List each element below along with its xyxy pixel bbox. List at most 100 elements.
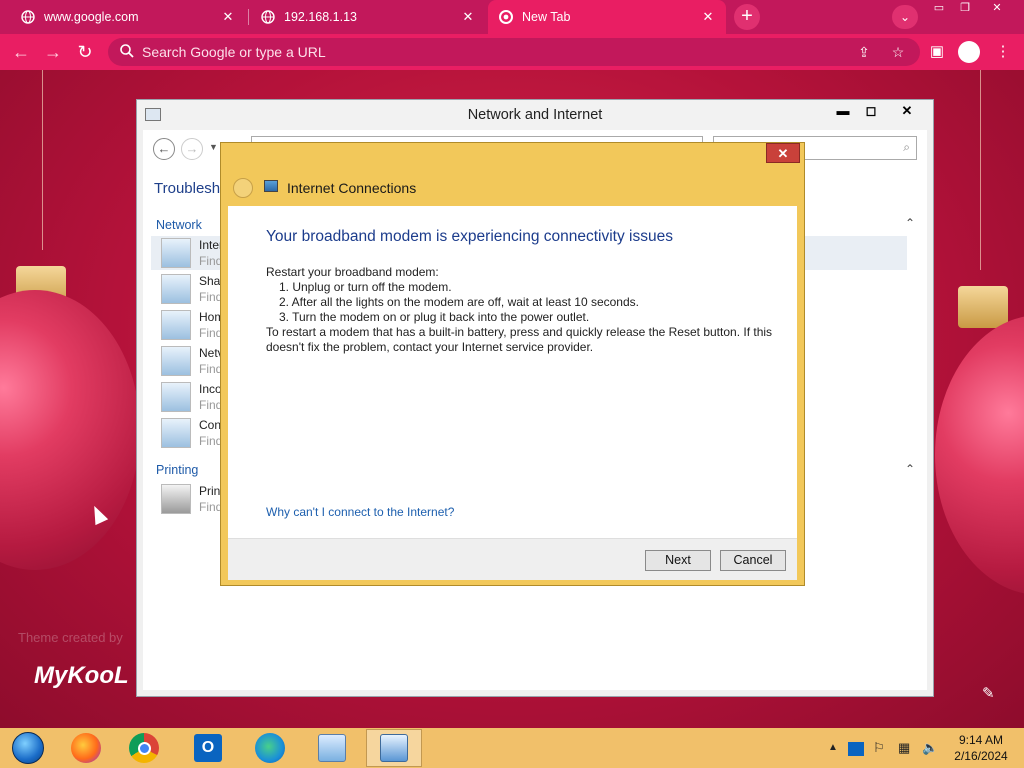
theme-watermark: Theme created by: [18, 630, 123, 645]
shared-folders-icon: [161, 274, 191, 304]
list-item[interactable]: Con Find: [161, 416, 223, 450]
tab-new-tab[interactable]: New Tab ✕: [488, 0, 726, 34]
show-hidden-icons-icon[interactable]: ▲: [828, 728, 838, 768]
item-sub: Find: [199, 290, 223, 304]
customize-pencil-icon[interactable]: ✎: [982, 684, 995, 702]
taskbar-control-panel[interactable]: [304, 729, 360, 767]
tab-search-chevron-icon[interactable]: ⌄: [892, 5, 918, 29]
maximize-icon[interactable]: ◻: [857, 101, 885, 121]
network-tray-icon[interactable]: ▦: [898, 728, 910, 768]
dialog-title: Internet Connections: [287, 180, 417, 196]
bookmark-star-icon[interactable]: ☆: [886, 38, 910, 66]
omnibox-placeholder: Search Google or type a URL: [142, 44, 326, 60]
side-panel-icon[interactable]: ▣: [924, 39, 950, 65]
item-label: Inco: [199, 382, 222, 396]
close-icon[interactable]: ✕: [766, 143, 800, 163]
dialog-heading: Your broadband modem is experiencing con…: [266, 228, 673, 245]
step-item: 1. Unplug or turn off the modem.: [279, 280, 452, 294]
dialog-intro: Restart your broadband modem:: [266, 265, 439, 279]
forward-arrow-icon[interactable]: →: [40, 39, 66, 65]
close-icon[interactable]: ✕: [893, 101, 921, 121]
ornament-string: [42, 70, 43, 250]
network-wizard-icon: [264, 180, 278, 192]
dialog-note: To restart a modem that has a built-in b…: [266, 325, 773, 355]
outlook-icon: O: [194, 734, 222, 762]
minimize-icon[interactable]: ▬: [829, 101, 857, 121]
tab-title: www.google.com: [44, 10, 139, 24]
back-arrow-icon[interactable]: ←: [8, 39, 34, 65]
start-button[interactable]: [0, 729, 56, 767]
ornament-cap: [958, 286, 1008, 328]
history-chevron-icon[interactable]: ▼: [209, 142, 218, 152]
reload-icon[interactable]: ↻: [72, 39, 98, 65]
close-tab-icon[interactable]: ✕: [700, 9, 716, 25]
firefox-icon: [71, 733, 101, 763]
step-item: 2. After all the lights on the modem are…: [279, 295, 639, 309]
step-item: 3. Turn the modem on or plug it back int…: [279, 310, 590, 324]
action-center-flag-icon[interactable]: ⚐: [873, 728, 885, 768]
network-troubleshooter-icon: [380, 734, 408, 762]
clock-date: 2/16/2024: [954, 749, 1008, 763]
cancel-button[interactable]: Cancel: [720, 550, 786, 571]
clock-time: 9:14 AM: [958, 733, 1004, 747]
item-label: Con: [199, 418, 222, 432]
tab-title: 192.168.1.13: [284, 10, 357, 24]
list-item[interactable]: Netv Find: [161, 344, 224, 378]
collapse-chevron-icon[interactable]: ⌃: [905, 216, 915, 230]
tab-divider: [248, 9, 249, 25]
taskbar-chrome[interactable]: [116, 729, 172, 767]
new-tab-button[interactable]: +: [734, 4, 760, 30]
restore-icon[interactable]: ❐: [950, 0, 980, 17]
list-item[interactable]: Print Find: [161, 482, 224, 516]
cp-page-heading: Troublesh: [154, 180, 221, 197]
section-network: Network: [156, 218, 202, 232]
tab-google[interactable]: www.google.com ✕: [0, 0, 246, 34]
collapse-chevron-icon[interactable]: ⌃: [905, 462, 915, 476]
volume-muted-icon[interactable]: 🔈: [922, 728, 938, 768]
windows-logo-icon: [12, 732, 44, 764]
share-icon[interactable]: ⇪: [852, 38, 876, 66]
ornament-string: [980, 70, 981, 270]
taskbar-firefox[interactable]: [58, 729, 114, 767]
next-button[interactable]: Next: [645, 550, 711, 571]
connection-workplace-icon: [161, 418, 191, 448]
back-arrow-icon[interactable]: [233, 178, 253, 198]
taskbar-outlook[interactable]: O: [180, 729, 236, 767]
close-tab-icon[interactable]: ✕: [220, 9, 236, 25]
profile-avatar[interactable]: [958, 41, 980, 63]
internet-connections-icon: [161, 238, 191, 268]
clock[interactable]: 9:14 AM 2/16/2024: [948, 732, 1014, 764]
item-sub: Find: [199, 434, 223, 448]
troubleshooter-dialog: ✕ Internet Connections Your broadband mo…: [220, 142, 805, 586]
taskbar-edge[interactable]: [242, 729, 298, 767]
list-item[interactable]: Hom Find: [161, 308, 224, 342]
ornament: [935, 315, 1024, 595]
taskbar-troubleshooter[interactable]: [366, 729, 422, 767]
tab-router[interactable]: 192.168.1.13 ✕: [250, 0, 486, 34]
edge-icon: [255, 733, 285, 763]
browser-toolbar: ← → ↻ Search Google or type a URL ⇪ ☆ ▣ …: [0, 34, 1024, 70]
globe-icon: [20, 9, 36, 25]
item-sub: Find: [199, 254, 223, 268]
help-link[interactable]: Why can't I connect to the Internet?: [266, 505, 454, 519]
ornament: [0, 290, 140, 570]
item-sub: Find: [199, 398, 223, 412]
chrome-icon: [498, 9, 514, 25]
close-tab-icon[interactable]: ✕: [460, 9, 476, 25]
list-item[interactable]: Inter Find: [161, 236, 223, 270]
browser-tab-strip: www.google.com ✕ 192.168.1.13 ✕ New Tab …: [0, 0, 1024, 34]
item-sub: Find: [199, 500, 223, 514]
network-adapter-icon: [161, 346, 191, 376]
section-printing: Printing: [156, 463, 199, 477]
item-sub: Find: [199, 362, 223, 376]
more-menu-icon[interactable]: ⋮: [990, 39, 1016, 65]
close-window-icon[interactable]: ✕: [982, 0, 1012, 17]
dialog-footer: Next Cancel: [228, 538, 797, 580]
list-item[interactable]: Shar Find: [161, 272, 224, 306]
printer-icon: [161, 484, 191, 514]
outlook-tray-icon[interactable]: [848, 728, 864, 768]
list-item[interactable]: Inco Find: [161, 380, 223, 414]
back-arrow-icon[interactable]: ←: [153, 138, 175, 160]
forward-arrow-icon[interactable]: →: [181, 138, 203, 160]
omnibox[interactable]: Search Google or type a URL ⇪ ☆: [108, 38, 920, 66]
